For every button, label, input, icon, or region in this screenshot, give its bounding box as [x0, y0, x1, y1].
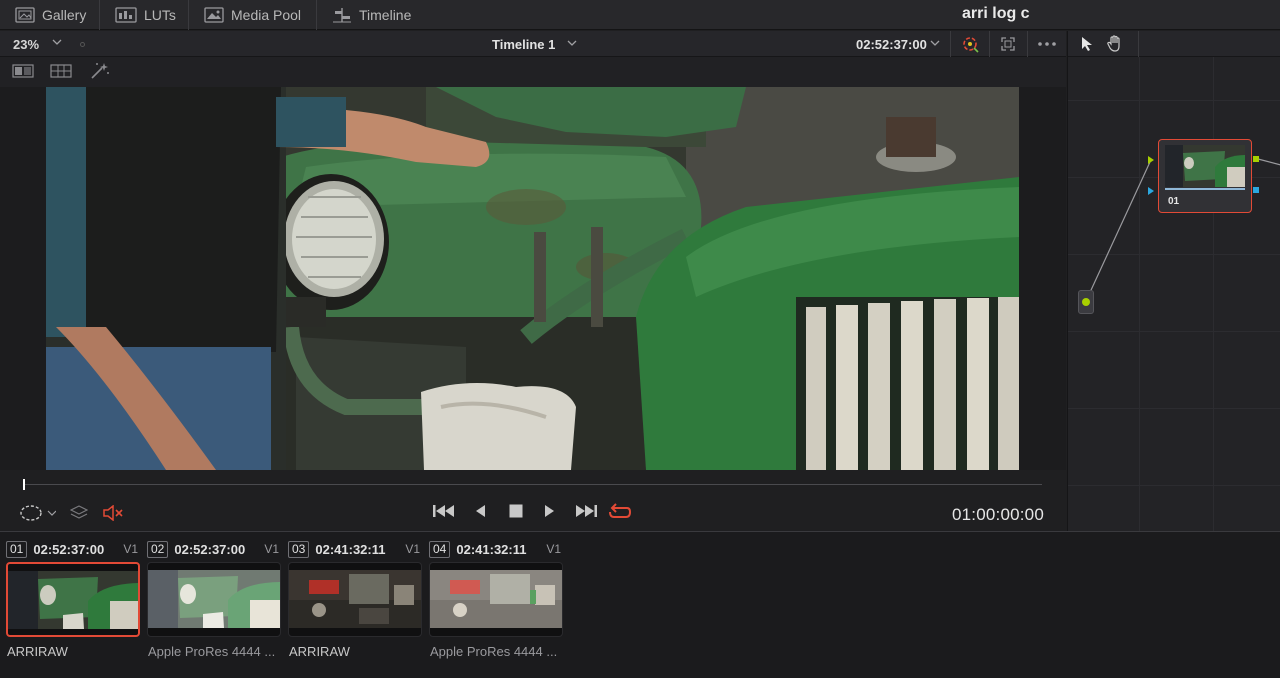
media-pool-icon	[204, 7, 224, 23]
tab-gallery-label: Gallery	[42, 7, 87, 23]
tab-timeline[interactable]: Timeline	[332, 0, 411, 30]
layers-button[interactable]	[70, 505, 88, 521]
chevron-down-icon[interactable]	[52, 39, 62, 46]
tab-luts[interactable]: LUTs	[115, 0, 176, 30]
stop-icon	[509, 504, 523, 518]
clip-codec: ARRIRAW	[7, 644, 68, 659]
single-viewer-icon[interactable]	[12, 64, 34, 78]
viewer-header: 23% Timeline 1 02:52:37:00	[0, 31, 1066, 57]
node-thumbnail	[1165, 145, 1245, 187]
loop-button[interactable]	[608, 503, 632, 521]
node-connections	[1085, 156, 1280, 302]
grille-slats	[806, 297, 1019, 470]
tab-timeline-label: Timeline	[359, 7, 412, 23]
clip-timecode: 02:52:37:00	[174, 541, 246, 557]
speaker-muted-icon	[103, 505, 123, 521]
clip-thumbnail[interactable]: 02 02:52:37:00 V1 Apple ProRes 4444 ...	[141, 532, 281, 678]
layers-icon	[70, 505, 88, 519]
source-input[interactable]	[1078, 290, 1094, 314]
clip-track: V1	[264, 542, 279, 556]
skip-start-icon	[433, 505, 454, 517]
clip-strip: 01 02:52:37:00 V1 ARRIRAW 02 02:52:37:00…	[0, 531, 1280, 678]
dashed-circle-icon	[20, 505, 56, 521]
clip-image	[289, 570, 421, 628]
tab-gallery[interactable]: Gallery	[15, 0, 86, 30]
project-title: arri log c	[962, 5, 1030, 22]
timeline-selector[interactable]: Timeline 1	[492, 37, 555, 52]
play-icon	[545, 505, 554, 517]
clip-number: 03	[288, 540, 310, 558]
clip-timecode: 02:41:32:11	[456, 541, 527, 557]
mute-button[interactable]	[103, 505, 125, 521]
timeline-icon	[333, 8, 351, 23]
clip-image	[148, 570, 280, 628]
fullscreen-button[interactable]	[990, 31, 1026, 57]
tab-media-pool-label: Media Pool	[231, 7, 302, 23]
stop-button[interactable]	[508, 503, 524, 519]
transport-controls: 01:00:00:00	[0, 498, 1066, 530]
clip-number: 02	[147, 540, 169, 558]
clip-timecode: 02:41:32:11	[315, 541, 386, 557]
clip-codec: ARRIRAW	[289, 644, 350, 659]
clip-image	[8, 571, 138, 629]
playback-timecode: 01:00:00:00	[951, 505, 1044, 524]
corrector-node-01[interactable]: 01	[1158, 139, 1252, 213]
clip-thumbnail[interactable]: 01 02:52:37:00 V1 ARRIRAW	[0, 532, 140, 678]
play-button[interactable]	[544, 503, 556, 519]
scrub-bar[interactable]	[24, 484, 1042, 485]
color-picker-icon	[963, 37, 979, 53]
zoom-level[interactable]: 23%	[13, 37, 39, 52]
clip-track: V1	[546, 542, 561, 556]
node-label: 01	[1168, 196, 1180, 207]
viewer-frame[interactable]	[46, 87, 1019, 470]
play-reverse-icon	[476, 505, 485, 517]
clip-image	[430, 570, 562, 628]
clip-timecode: 02:52:37:00	[33, 541, 105, 557]
clip-codec: Apple ProRes 4444 ...	[430, 644, 558, 659]
tab-media-pool[interactable]: Media Pool	[204, 0, 301, 30]
gallery-icon	[15, 7, 35, 23]
tab-luts-label: LUTs	[144, 7, 176, 23]
clip-track: V1	[405, 542, 420, 556]
clip-track: V1	[123, 542, 138, 556]
split-screen-icon[interactable]	[50, 64, 72, 78]
viewer-toolstrip	[0, 57, 1066, 87]
clip-number: 01	[6, 540, 28, 558]
clip-thumbnail[interactable]: 04 02:41:32:11 V1 Apple ProRes 4444 ...	[423, 532, 563, 678]
skip-end-icon	[576, 505, 597, 517]
play-reverse-button[interactable]	[474, 503, 486, 519]
playhead[interactable]	[23, 479, 25, 490]
top-bar: Gallery LUTs Media Pool Timeline arri lo…	[0, 0, 1280, 30]
viewer-timecode[interactable]: 02:52:37:00	[856, 37, 927, 52]
chevron-down-icon[interactable]	[567, 40, 577, 47]
luts-icon	[115, 7, 137, 23]
expand-icon	[1001, 37, 1015, 51]
loop-selection-button[interactable]	[20, 505, 56, 521]
source-dot-icon	[1082, 298, 1090, 306]
more-options-button[interactable]	[1028, 31, 1066, 57]
clip-codec: Apple ProRes 4444 ...	[148, 644, 276, 659]
node-editor[interactable]: 01	[1067, 31, 1280, 531]
go-to-end-button[interactable]	[574, 503, 598, 519]
go-to-start-button[interactable]	[432, 503, 456, 519]
clip-number: 04	[429, 540, 451, 558]
tractor-image	[46, 87, 1019, 470]
color-wheel-button[interactable]	[952, 31, 988, 57]
node-progress-bar	[1165, 188, 1245, 190]
viewer[interactable]	[0, 87, 1066, 470]
chevron-down-icon[interactable]	[930, 40, 940, 47]
loop-icon	[609, 503, 632, 518]
more-icon	[1038, 42, 1056, 46]
magic-wand-icon[interactable]	[90, 62, 110, 80]
clip-thumbnail[interactable]: 03 02:41:32:11 V1 ARRIRAW	[282, 532, 422, 678]
status-dot-icon	[80, 42, 85, 47]
